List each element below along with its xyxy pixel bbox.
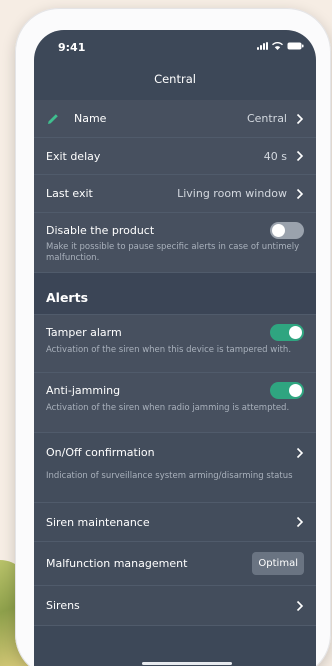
tamper-alarm-row: Tamper alarm Activation of the siren whe…	[34, 315, 316, 373]
disable-product-label: Disable the product	[46, 224, 155, 237]
page-title: Central	[154, 72, 196, 86]
home-indicator	[142, 662, 232, 665]
malfunction-management-row: Malfunction management Optimal	[34, 542, 316, 586]
anti-jamming-label: Anti-jamming	[46, 384, 121, 397]
last-exit-value: Living room window	[177, 187, 287, 200]
anti-jamming-toggle[interactable]	[270, 382, 304, 399]
chevron-right-icon	[296, 447, 304, 458]
on-off-confirmation-description: Indication of surveillance system arming…	[46, 471, 293, 481]
anti-jamming-row: Anti-jamming Activation of the siren whe…	[34, 373, 316, 433]
status-time: 9:41	[58, 41, 86, 54]
tamper-alarm-toggle[interactable]	[270, 324, 304, 341]
alerts-section-header: Alerts	[34, 273, 316, 315]
tamper-alarm-label: Tamper alarm	[46, 326, 122, 339]
exit-delay-value: 40 s	[263, 149, 287, 163]
exit-delay-row[interactable]: Exit delay 40 s	[34, 138, 316, 175]
tamper-alarm-description: Activation of the siren when this device…	[46, 345, 292, 355]
status-icons	[257, 42, 304, 50]
anti-jamming-description: Activation of the siren when radio jammi…	[46, 403, 290, 413]
disable-product-row: Disable the product Make it possible to …	[34, 213, 316, 273]
sirens-label: Sirens	[46, 599, 80, 612]
alerts-heading: Alerts	[46, 290, 89, 305]
name-label: Name	[74, 112, 107, 125]
chevron-right-icon	[296, 600, 304, 611]
siren-maintenance-label: Siren maintenance	[46, 515, 150, 529]
siren-maintenance-row[interactable]: Siren maintenance	[34, 503, 316, 542]
status-bar: 9:41	[34, 30, 316, 64]
malfunction-mode-button[interactable]: Optimal	[252, 552, 304, 575]
chevron-right-icon	[296, 150, 304, 162]
chevron-right-icon	[296, 188, 304, 199]
exit-delay-label: Exit delay	[46, 149, 101, 163]
on-off-confirmation-row[interactable]: On/Off confirmation Indication of survei…	[34, 433, 316, 503]
on-off-confirmation-label: On/Off confirmation	[46, 446, 155, 459]
name-value: Central	[246, 112, 287, 125]
battery-icon	[287, 42, 304, 50]
sirens-row[interactable]: Sirens	[34, 586, 316, 626]
app-screen: 9:41 Central Name Central Exit delay 40	[34, 30, 316, 666]
malfunction-management-label: Malfunction management	[46, 557, 188, 570]
settings-list: Name Central Exit delay 40 s Last exit L…	[34, 100, 316, 626]
chevron-right-icon	[296, 113, 304, 124]
signal-icon	[257, 42, 268, 50]
pencil-icon	[48, 113, 58, 124]
disable-product-description: Make it possible to pause specific alert…	[46, 242, 300, 263]
chevron-right-icon	[296, 516, 304, 528]
name-row[interactable]: Name Central	[34, 100, 316, 138]
wifi-icon	[272, 42, 283, 50]
last-exit-label: Last exit	[46, 187, 93, 200]
disable-product-toggle[interactable]	[270, 222, 304, 239]
last-exit-row[interactable]: Last exit Living room window	[34, 175, 316, 213]
